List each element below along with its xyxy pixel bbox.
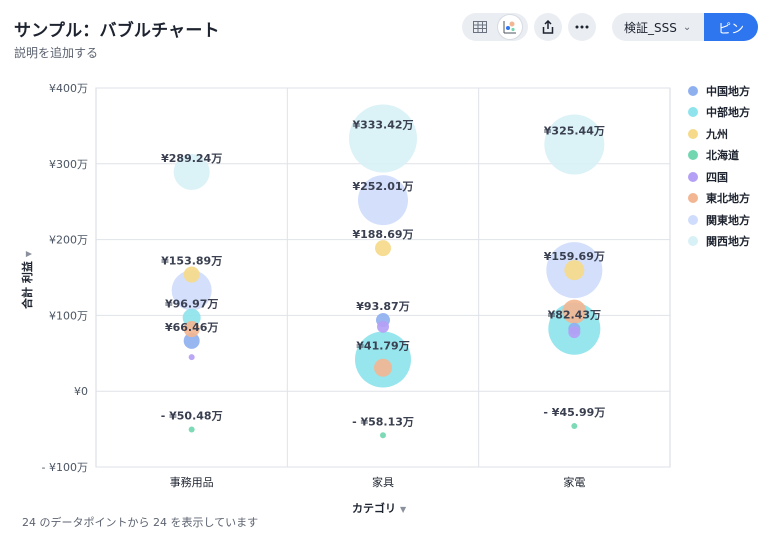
bubble	[571, 423, 578, 430]
chart-legend: 中国地方中部地方九州北海道四国東北地方関東地方関西地方	[688, 80, 750, 252]
data-label: - ¥45.99万	[543, 406, 605, 419]
data-label: ¥153.89万	[161, 255, 222, 268]
legend-item[interactable]: 北海道	[688, 145, 750, 167]
x-tick-label: 家具	[372, 475, 394, 489]
bubble-chart: ¥400万 ¥300万 ¥200万 ¥100万 ¥0 - ¥100万事務用品 家具 家電 ¥28…	[42, 82, 671, 489]
legend-label: 関西地方	[706, 235, 750, 249]
x-tick-label: 家電	[563, 475, 585, 489]
legend-label: 東北地方	[706, 192, 750, 206]
data-label: - ¥50.48万	[161, 409, 223, 422]
bubble	[188, 426, 195, 433]
y-axis-label: 合計 利益	[21, 261, 34, 309]
legend-item[interactable]: 関東地方	[688, 209, 750, 231]
data-point-count: 24 のデータポイントから 24 を表示しています	[22, 516, 259, 529]
bubble	[375, 240, 391, 257]
legend-item[interactable]: 東北地方	[688, 188, 750, 210]
data-label: ¥93.87万	[356, 300, 409, 313]
bubble	[377, 320, 389, 333]
data-label: - ¥58.13万	[352, 415, 414, 428]
data-label: ¥325.44万	[544, 125, 605, 138]
data-label: ¥333.42万	[352, 118, 413, 131]
data-label: ¥252.01万	[352, 180, 413, 193]
bubble	[544, 114, 605, 175]
bubble	[568, 326, 581, 339]
legend-item[interactable]: 九州	[688, 123, 750, 145]
data-label: ¥96.97万	[165, 298, 218, 311]
legend-swatch	[688, 236, 698, 247]
legend-swatch	[688, 85, 698, 96]
legend-item[interactable]: 中国地方	[688, 80, 750, 102]
legend-label: 中部地方	[706, 106, 750, 120]
legend-swatch	[688, 171, 698, 182]
caret-down-icon: ▼	[24, 251, 33, 258]
legend-swatch	[688, 107, 698, 118]
y-tick-label: - ¥100万	[42, 461, 88, 474]
legend-swatch	[688, 150, 698, 161]
legend-label: 四国	[706, 170, 728, 184]
legend-swatch	[688, 128, 698, 139]
x-axis-label: カテゴリ	[352, 502, 396, 515]
bubble	[374, 358, 392, 377]
legend-label: 北海道	[706, 149, 739, 163]
data-label: ¥188.69万	[352, 228, 413, 241]
data-label: ¥82.43万	[548, 309, 601, 322]
y-tick-label: ¥400万	[49, 82, 88, 95]
data-label: ¥66.46万	[165, 321, 218, 334]
x-tick-label: 事務用品	[170, 475, 214, 489]
y-tick-label: ¥200万	[49, 234, 88, 247]
legend-label: 関東地方	[706, 213, 750, 227]
bubble	[188, 354, 195, 361]
bubble	[183, 266, 200, 283]
bubble	[380, 432, 386, 439]
legend-swatch	[688, 214, 698, 225]
x-axis-title[interactable]: カテゴリ ▼	[352, 500, 406, 516]
legend-item[interactable]: 中部地方	[688, 102, 750, 124]
data-label: ¥289.24万	[161, 152, 222, 165]
y-axis-title[interactable]: 合計 利益 ▼	[12, 240, 42, 320]
y-tick-label: ¥300万	[49, 158, 88, 171]
data-label: ¥159.69万	[544, 250, 605, 263]
y-tick-label: ¥100万	[49, 309, 88, 322]
legend-label: 九州	[706, 127, 728, 141]
legend-label: 中国地方	[706, 84, 750, 98]
bubble	[349, 104, 417, 173]
legend-swatch	[688, 193, 698, 204]
legend-item[interactable]: 四国	[688, 166, 750, 188]
y-tick-label: ¥0	[74, 385, 88, 398]
legend-item[interactable]: 関西地方	[688, 231, 750, 253]
data-label: ¥41.79万	[356, 340, 409, 353]
caret-down-icon: ▼	[400, 505, 407, 514]
